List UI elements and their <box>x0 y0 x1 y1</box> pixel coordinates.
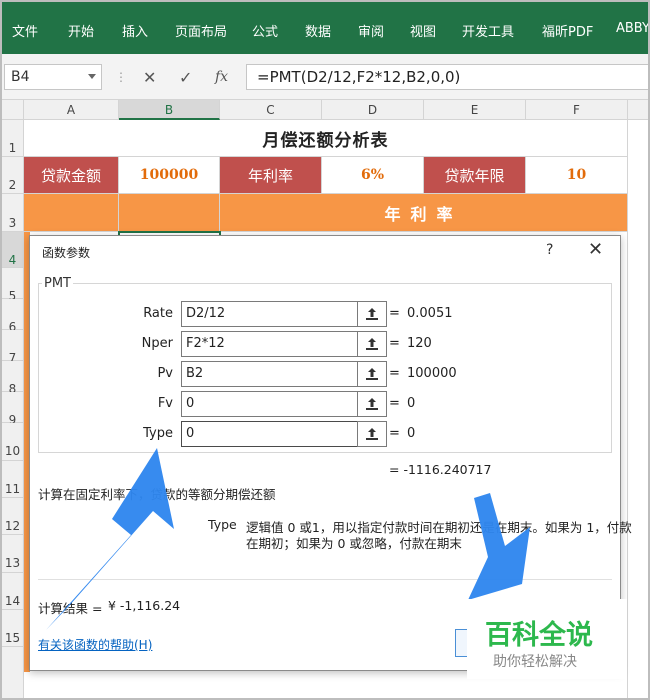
arrow-down-icon <box>468 493 530 600</box>
watermark-logo: 百科全说 助你轻松解决 <box>467 599 627 679</box>
watermark-subtitle: 助你轻松解决 <box>493 654 577 670</box>
watermark-title: 百科全说 <box>485 620 593 651</box>
excel-window: 文件 开始 插入 页面布局 公式 数据 审阅 视图 开发工具 福昕PDF ABB… <box>0 0 650 700</box>
arrow-up-icon <box>46 448 174 630</box>
annotation-arrows <box>46 448 530 630</box>
